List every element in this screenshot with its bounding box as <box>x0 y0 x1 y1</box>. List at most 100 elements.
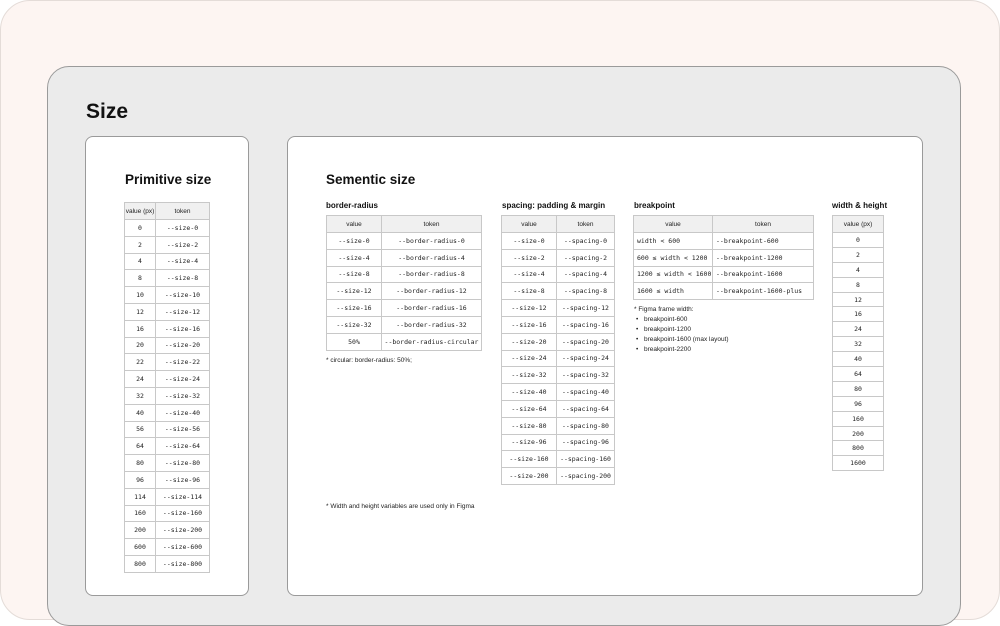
list-item: breakpoint-2200 <box>634 345 729 355</box>
table-cell: 20 <box>124 336 156 355</box>
table-cell: --size-12 <box>155 302 210 321</box>
table-cell: --size-160 <box>155 504 210 523</box>
table-cell: --border-radius-12 <box>381 282 482 301</box>
table-cell: --breakpoint-1600-plus <box>712 282 814 301</box>
table-row: 24 --size-24 <box>124 370 210 388</box>
table-cell: 1200 ≤ width < 1600 <box>633 265 713 284</box>
breakpoint-rows: width < 600 --breakpoint-600 600 ≤ width <… <box>633 232 814 301</box>
table-cell: --border-radius-0 <box>381 232 482 250</box>
table-cell: --size-32 <box>155 386 210 405</box>
table-cell: 800 <box>124 554 156 573</box>
primitive-size-table: value (px) token 0 --size-0 2 --size-2 4 --si… <box>124 202 210 573</box>
table-row: 200 --size-200 <box>124 521 210 540</box>
table-row: --size-0 --spacing-0 <box>501 232 615 250</box>
table-cell: 16 <box>832 306 884 323</box>
table-cell: 40 <box>832 351 884 368</box>
column-header-value: value (px) <box>124 202 156 220</box>
border-radius-title: border-radius <box>326 201 379 210</box>
table-cell: 200 <box>124 521 156 540</box>
table-row: 64 --size-64 <box>124 437 210 456</box>
table-cell: --size-0 <box>326 232 382 250</box>
table-row: 600 --size-600 <box>124 538 210 556</box>
border-radius-note: * circular: border-radius: 50%; <box>326 357 412 364</box>
table-row: 1200 ≤ width < 1600 --breakpoint-1600 <box>633 265 814 284</box>
table-cell: --spacing-80 <box>556 416 615 435</box>
border-radius-table: value token --size-0 --border-radius-0 --s… <box>326 215 482 351</box>
table-cell: --spacing-96 <box>556 433 615 452</box>
table-cell: --size-0 <box>155 219 210 237</box>
table-cell: 96 <box>832 395 884 412</box>
table-cell: --spacing-12 <box>556 299 615 317</box>
table-row: 12 <box>832 291 884 308</box>
table-cell: --size-600 <box>155 538 210 556</box>
table-cell: --border-radius-32 <box>381 315 482 334</box>
table-cell: --size-32 <box>501 366 557 385</box>
spacing-rows: --size-0 --spacing-0 --size-2 --spacing-2 --… <box>501 232 615 485</box>
table-row: --size-20 --spacing-20 <box>501 332 615 351</box>
column-header-token: token <box>712 215 814 233</box>
table-cell: --spacing-40 <box>556 383 615 401</box>
table-cell: 600 ≤ width < 1200 <box>633 248 713 267</box>
table-cell: --size-24 <box>501 349 557 368</box>
table-cell: --spacing-16 <box>556 315 615 334</box>
table-row: 80 --size-80 <box>124 454 210 472</box>
table-cell: --size-160 <box>501 450 557 469</box>
table-row: 800 <box>832 440 884 457</box>
table-cell: 160 <box>832 410 884 427</box>
table-cell: --size-2 <box>501 248 557 267</box>
table-row: 12 --size-12 <box>124 302 210 321</box>
table-cell: 64 <box>124 437 156 456</box>
table-cell: --spacing-2 <box>556 248 615 267</box>
table-row: --size-12 --border-radius-12 <box>326 282 482 301</box>
width-height-rows: 0 2 4 8 12 16 24 32 40 64 80 96 160 200 800 1600 <box>832 232 884 472</box>
table-cell: --spacing-160 <box>556 450 615 469</box>
table-cell: --size-200 <box>155 521 210 540</box>
primitive-size-rows: 0 --size-0 2 --size-2 4 --size-4 8 --size-8 10 --… <box>124 219 210 573</box>
table-cell: --size-16 <box>501 315 557 334</box>
table-cell: --spacing-24 <box>556 349 615 368</box>
table-cell: --size-32 <box>326 315 382 334</box>
table-row: 1600 <box>832 455 884 472</box>
table-cell: 10 <box>124 286 156 304</box>
table-row: --size-64 --spacing-64 <box>501 399 615 418</box>
table-row: --size-16 --spacing-16 <box>501 315 615 334</box>
table-cell: --size-40 <box>155 403 210 422</box>
list-item: breakpoint-600 <box>634 315 729 325</box>
semantic-size-title: Sementic size <box>326 172 416 187</box>
table-cell: --breakpoint-1600 <box>712 265 814 284</box>
table-row: 1600 ≤ width --breakpoint-1600-plus <box>633 282 814 301</box>
table-cell: --size-20 <box>501 332 557 351</box>
table-row: --size-80 --spacing-80 <box>501 416 615 435</box>
table-cell: --size-4 <box>501 265 557 284</box>
table-cell: 160 <box>124 504 156 523</box>
table-cell: --size-114 <box>155 487 210 506</box>
table-cell: 600 <box>124 538 156 556</box>
table-cell: 50% <box>326 332 382 351</box>
table-cell: --border-radius-circular <box>381 332 482 351</box>
table-cell: 2 <box>124 235 156 254</box>
column-header-value: value <box>501 215 557 233</box>
spacing-table: value token --size-0 --spacing-0 --size-2-… <box>501 215 615 485</box>
table-row: 16 --size-16 <box>124 319 210 338</box>
table-row: 0 --size-0 <box>124 219 210 237</box>
table-cell: 8 <box>124 269 156 288</box>
table-cell: --breakpoint-1200 <box>712 248 814 267</box>
table-cell: --size-16 <box>155 319 210 338</box>
table-cell: 0 <box>124 219 156 237</box>
table-cell: --size-4 <box>155 252 210 271</box>
table-row: --size-24 --spacing-24 <box>501 349 615 368</box>
table-row: 32 <box>832 336 884 353</box>
table-cell: --size-8 <box>326 265 382 284</box>
table-row: --size-8 --spacing-8 <box>501 282 615 301</box>
table-row: 0 <box>832 232 884 248</box>
table-row: 24 <box>832 321 884 338</box>
column-header-value: value (px) <box>832 215 884 233</box>
breakpoint-title: breakpoint <box>634 201 675 210</box>
page-title: Size <box>86 100 129 123</box>
table-row: 160 --size-160 <box>124 504 210 523</box>
table-cell: --spacing-64 <box>556 399 615 418</box>
table-cell: --spacing-200 <box>556 467 615 485</box>
width-height-table: value (px) 0 2 4 8 12 16 24 32 40 64 80 96 160 200 800… <box>832 215 884 472</box>
table-cell: 16 <box>124 319 156 338</box>
table-row: 22 --size-22 <box>124 353 210 372</box>
